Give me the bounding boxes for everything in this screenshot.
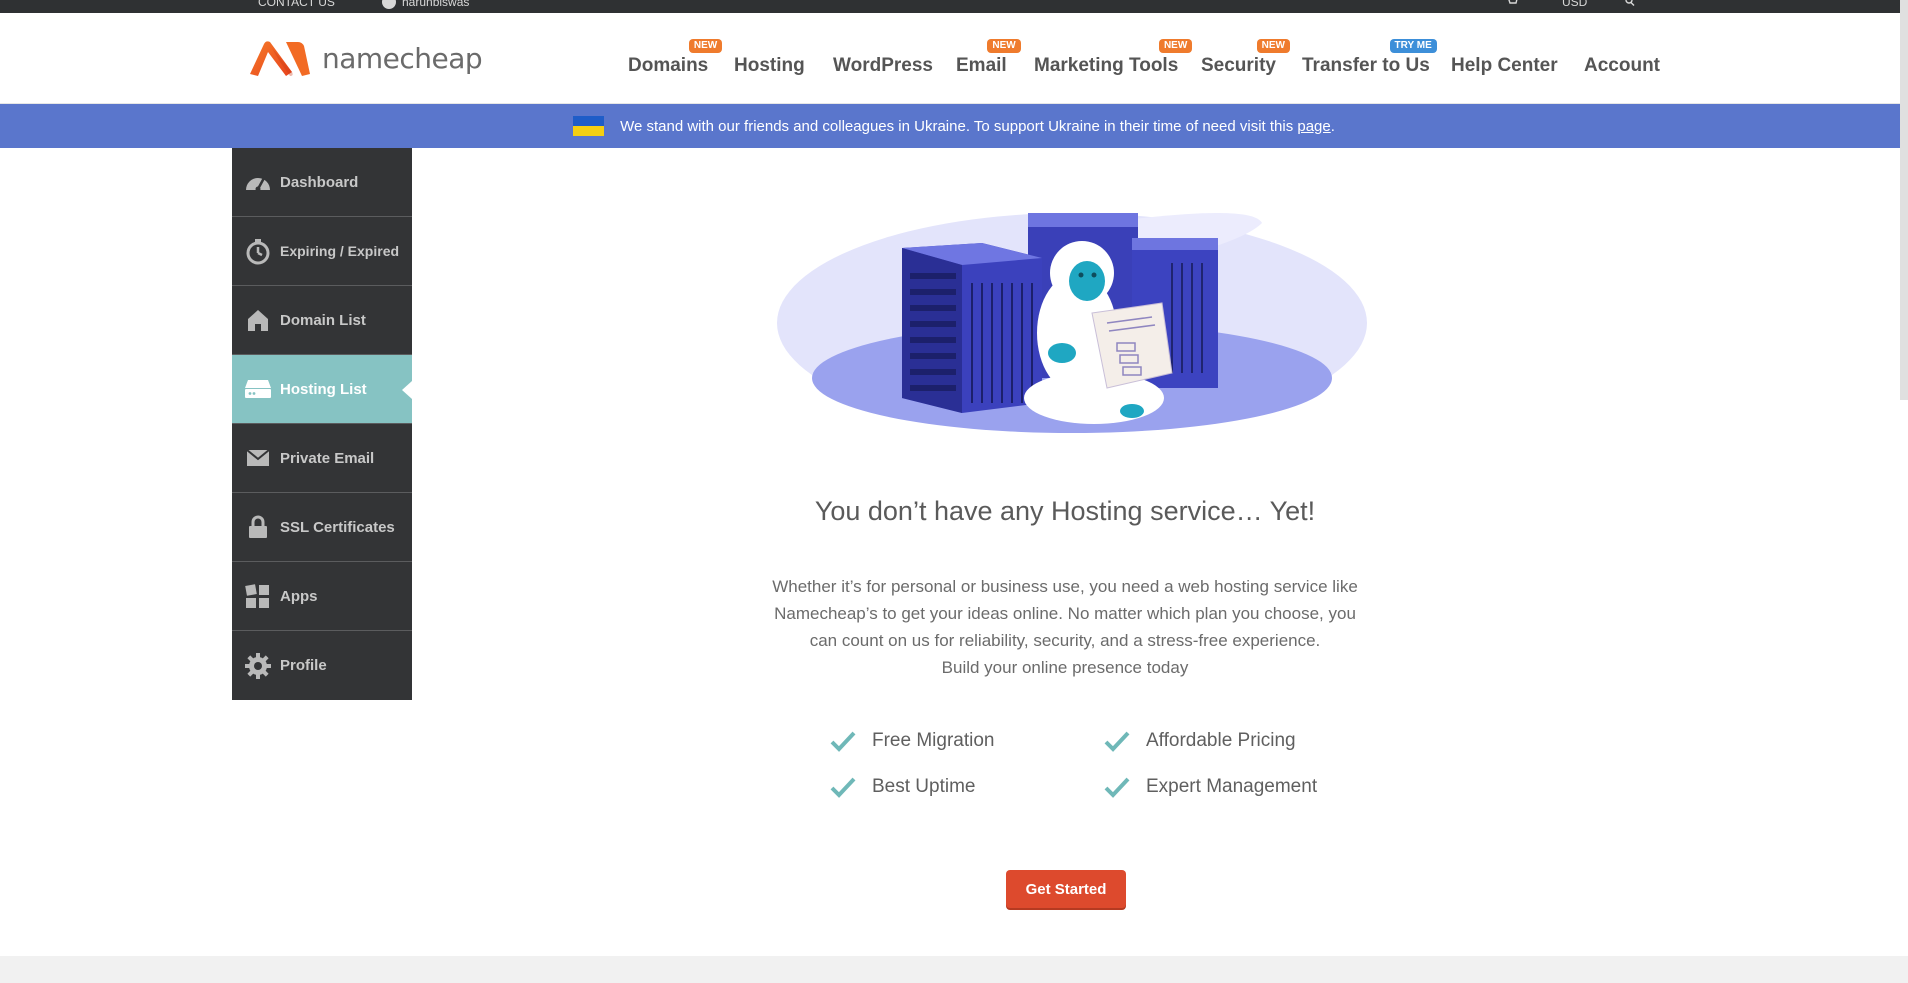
gear-icon: [244, 652, 272, 680]
feature-item: Expert Management: [1104, 776, 1317, 798]
top-utility-bar: CONTACT US harunbiswas USD: [0, 0, 1908, 13]
lock-icon: [244, 513, 272, 541]
nav-wordpress[interactable]: WordPress: [833, 55, 933, 77]
sidebar-item-label: Domain List: [280, 311, 366, 329]
sidebar-item-label: Profile: [280, 657, 327, 674]
new-badge: NEW: [987, 39, 1021, 53]
checkmark-icon: [1104, 731, 1130, 752]
nav-email-label: Email: [956, 55, 1007, 76]
stopwatch-icon: [244, 237, 272, 265]
main-content: You don’t have any Hosting service… Yet!…: [412, 148, 1718, 960]
house-icon: [244, 306, 272, 334]
nav-email[interactable]: Email NEW: [956, 39, 1021, 77]
footer-strip: [0, 956, 1908, 983]
nav-help-center-label: Help Center: [1451, 55, 1558, 76]
nav-wordpress-label: WordPress: [833, 55, 933, 76]
sidebar-item-label: Private Email: [280, 449, 375, 467]
server-icon: [244, 375, 272, 403]
sidebar-item-label: Apps: [280, 587, 318, 605]
feature-label: Expert Management: [1146, 776, 1318, 797]
empty-state-description: Whether it’s for personal or business us…: [732, 573, 1398, 681]
banner-text: We stand with our friends and colleagues…: [620, 117, 1298, 135]
logo-wordmark: namecheap: [322, 41, 483, 75]
cart-icon[interactable]: [1506, 0, 1518, 5]
site-header: namecheap Domains NEW Hosting WordPress …: [0, 13, 1908, 104]
feature-item: Affordable Pricing: [1104, 730, 1296, 752]
account-sidebar: Dashboard Expiring / Expired Domain List…: [232, 148, 412, 700]
empty-state-headline: You don’t have any Hosting service… Yet!: [814, 496, 1316, 526]
nav-security-label: Security: [1201, 55, 1276, 76]
feature-item: Free Migration: [830, 730, 995, 752]
envelope-icon: [244, 444, 272, 472]
namecheap-logo[interactable]: namecheap: [246, 38, 483, 78]
sidebar-item-dashboard[interactable]: Dashboard: [232, 148, 412, 217]
nav-transfer-to-us[interactable]: Transfer to Us TRY ME: [1302, 39, 1437, 77]
nav-account[interactable]: Account: [1584, 55, 1660, 77]
feature-item: Best Uptime: [830, 776, 975, 798]
sidebar-item-expiring[interactable]: Expiring / Expired: [232, 217, 412, 286]
nav-security[interactable]: Security NEW: [1201, 39, 1290, 77]
namecheap-logo-icon: [250, 41, 310, 76]
sidebar-item-domain-list[interactable]: Domain List: [232, 286, 412, 355]
sidebar-item-label: SSL Certificates: [280, 518, 395, 536]
nav-marketing-tools[interactable]: Marketing Tools NEW: [1034, 39, 1193, 77]
search-icon[interactable]: [1624, 0, 1636, 6]
description-line: Build your online presence today: [941, 658, 1189, 677]
banner-page-link[interactable]: page: [1297, 118, 1330, 135]
user-icon: [382, 0, 396, 9]
speedometer-icon: [244, 168, 272, 196]
new-badge: NEW: [1158, 39, 1193, 53]
banner-suffix: .: [1330, 117, 1335, 135]
checkmark-icon: [1104, 777, 1130, 798]
nav-help-center[interactable]: Help Center: [1451, 55, 1558, 77]
feature-label: Best Uptime: [872, 776, 976, 797]
page-scrollbar[interactable]: [1900, 0, 1908, 400]
ukraine-support-banner: We stand with our friends and colleagues…: [0, 104, 1908, 148]
sidebar-item-label: Dashboard: [280, 173, 359, 191]
description-line: can count on us for reliability, securit…: [809, 631, 1321, 650]
nav-hosting[interactable]: Hosting: [734, 55, 805, 77]
nav-domains-label: Domains: [628, 55, 709, 76]
get-started-button[interactable]: Get Started: [1006, 870, 1126, 908]
new-badge: NEW: [1256, 39, 1290, 53]
description-line: Namecheap’s to get your ideas online. No…: [774, 604, 1356, 623]
sidebar-item-profile[interactable]: Profile: [232, 631, 412, 700]
nav-transfer-label: Transfer to Us: [1302, 55, 1430, 76]
try-me-badge: TRY ME: [1389, 39, 1437, 53]
nav-domains[interactable]: Domains NEW: [628, 39, 723, 77]
checkmark-icon: [830, 777, 856, 798]
apps-grid-icon: [244, 582, 272, 610]
nav-marketing-tools-label: Marketing Tools: [1034, 55, 1179, 76]
sidebar-item-ssl-certificates[interactable]: SSL Certificates: [232, 493, 412, 562]
checkmark-icon: [830, 731, 856, 752]
nav-account-label: Account: [1584, 55, 1660, 76]
sidebar-item-private-email[interactable]: Private Email: [232, 424, 412, 493]
nav-hosting-label: Hosting: [734, 55, 805, 76]
sidebar-item-label: Expiring / Expired: [280, 243, 400, 259]
sidebar-item-label: Hosting List: [280, 380, 367, 398]
description-line: Whether it’s for personal or business us…: [772, 577, 1358, 596]
feature-label: Free Migration: [872, 730, 995, 751]
sidebar-item-hosting-list[interactable]: Hosting List: [232, 355, 412, 424]
ukraine-flag-icon: [573, 116, 605, 136]
new-badge: NEW: [688, 39, 723, 53]
feature-label: Affordable Pricing: [1146, 730, 1296, 751]
username: harunbiswas: [402, 0, 470, 9]
currency-selector[interactable]: USD: [1562, 0, 1587, 9]
yeti-servers-illustration: [777, 213, 1367, 433]
user-account-link[interactable]: harunbiswas: [382, 0, 469, 9]
contact-us-link[interactable]: CONTACT US: [258, 0, 335, 9]
sidebar-item-apps[interactable]: Apps: [232, 562, 412, 631]
